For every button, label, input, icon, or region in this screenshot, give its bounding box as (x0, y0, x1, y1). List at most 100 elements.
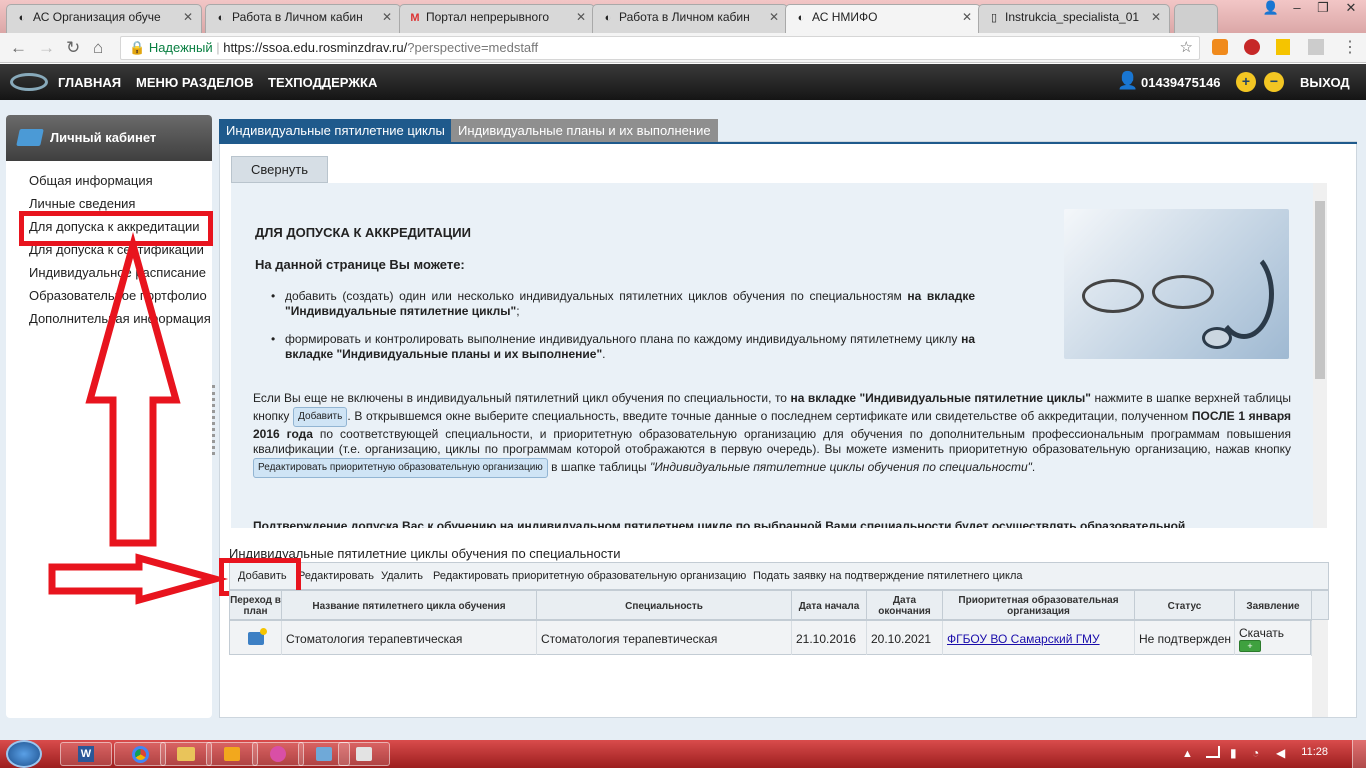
collapse-button[interactable]: Свернуть (231, 156, 328, 183)
book-icon (16, 129, 44, 146)
browser-tab[interactable]: ◐ Работа в Личном кабин ✕ (592, 4, 788, 33)
new-tab-button[interactable] (1174, 4, 1218, 33)
bookmark-star-icon[interactable]: ☆ (1180, 37, 1193, 59)
exit-button[interactable]: ВЫХОД (1300, 75, 1350, 90)
user-icon[interactable]: 👤 (1258, 0, 1284, 16)
info-paragraph-cut: Подтверждение допуска Вас к обучению на … (253, 519, 1186, 528)
media-player-taskbar-icon[interactable] (206, 742, 258, 766)
user-id: 01439475146 (1141, 75, 1221, 90)
extension-icon[interactable] (1308, 39, 1324, 55)
table-empty-area (229, 655, 1311, 717)
extension-icon[interactable] (1212, 39, 1228, 55)
volume-icon[interactable]: ◀ (1276, 746, 1285, 760)
column-header: Приоритетная образовательная организация (943, 591, 1135, 621)
maximize-icon[interactable]: ❐ (1310, 0, 1336, 16)
info-subheading: На данной странице Вы можете: (255, 257, 465, 272)
battery-icon[interactable]: ▮ (1230, 746, 1237, 760)
folder-icon[interactable] (247, 628, 267, 645)
edit-priority-org-button[interactable]: Редактировать приоритетную образовательн… (433, 570, 746, 582)
nav-home[interactable]: ГЛАВНАЯ (58, 75, 121, 90)
browser-tab[interactable]: ◐ АС Организация обуче ✕ (6, 4, 202, 33)
column-header: Статус (1135, 591, 1235, 621)
column-header: Дата начала (792, 591, 867, 621)
sidebar-header: Личный кабинет (6, 115, 212, 161)
site-logo-icon (10, 73, 48, 91)
close-icon[interactable]: ✕ (1151, 5, 1161, 30)
sidebar-item-personal-info[interactable]: Личные сведения (29, 196, 135, 211)
word-taskbar-icon[interactable]: W (60, 742, 112, 766)
right-arrow (48, 553, 229, 605)
signal-icon[interactable] (1206, 746, 1220, 758)
start-button[interactable] (6, 740, 42, 768)
reload-icon[interactable]: ↻ (66, 38, 80, 58)
close-icon[interactable]: ✕ (962, 5, 972, 30)
resize-handle[interactable] (212, 385, 216, 455)
close-window-icon[interactable]: ✕ (1336, 0, 1366, 16)
chrome-taskbar-icon[interactable] (114, 742, 166, 766)
info-heading: ДЛЯ ДОПУСКА К АККРЕДИТАЦИИ (255, 225, 471, 240)
paint-taskbar-icon[interactable] (338, 742, 390, 766)
back-icon[interactable]: ← (10, 38, 27, 58)
edit-button[interactable]: Редактировать (298, 570, 374, 582)
home-icon[interactable]: ⌂ (93, 38, 103, 58)
show-desktop-button[interactable] (1352, 740, 1366, 768)
column-header: Специальность (537, 591, 792, 621)
browser-tab[interactable]: ◐ Работа в Личном кабин ✕ (205, 4, 401, 33)
site-icon: ◐ (604, 12, 612, 24)
taskbar: W (0, 740, 1366, 768)
table-row[interactable]: Стоматология терапевтическая Стоматологи… (229, 620, 1312, 656)
cycle-name-cell: Стоматология терапевтическая (282, 621, 537, 656)
submit-request-button[interactable]: Подать заявку на подтверждение пятилетне… (753, 570, 1023, 582)
user-avatar-icon: 👤 (1117, 71, 1139, 90)
menu-icon[interactable]: ⋮ (1342, 37, 1358, 57)
column-header: Переход в план (230, 591, 282, 621)
browser-tab[interactable]: ▯ Instrukcia_specialista_01 ✕ (978, 4, 1170, 33)
extension-icon[interactable] (1276, 39, 1290, 55)
secure-label: Надежный (148, 40, 213, 55)
extension-icon[interactable] (1244, 39, 1260, 55)
explorer-taskbar-icon[interactable] (160, 742, 212, 766)
column-header: Заявление (1235, 591, 1312, 621)
column-header: Название пятилетнего цикла обучения (282, 591, 537, 621)
org-link[interactable]: ФГБОУ ВО Самарский ГМУ (943, 621, 1135, 656)
table-scrollbar[interactable] (1312, 620, 1328, 717)
browser-tab-active[interactable]: ◐ АС НМИФО ✕ (785, 4, 981, 33)
url-field[interactable]: 🔒 Надежный | https://ssoa.edu.rosminzdra… (120, 36, 1200, 60)
scrollbar[interactable] (1313, 183, 1327, 528)
inline-add-button: Добавить (293, 406, 348, 427)
site-icon: ◐ (18, 12, 26, 24)
minimize-icon[interactable]: – (1284, 0, 1310, 15)
download-label: Скачать (1239, 625, 1284, 640)
close-icon[interactable]: ✕ (769, 5, 779, 30)
site-icon: ◐ (217, 12, 225, 24)
download-icon[interactable]: + (1239, 639, 1261, 652)
itunes-taskbar-icon[interactable] (252, 742, 304, 766)
tab-underline (219, 142, 1357, 144)
status-cell: Не подтвержден (1135, 621, 1235, 656)
highlight-box (19, 211, 213, 246)
sidebar-item-general-info[interactable]: Общая информация (29, 173, 153, 188)
zoom-in-icon[interactable]: + (1236, 72, 1256, 92)
close-icon[interactable]: ✕ (183, 5, 193, 30)
nav-support[interactable]: ТЕХПОДДЕРЖКА (268, 75, 377, 90)
nav-sections-menu[interactable]: МЕНЮ РАЗДЕЛОВ (136, 75, 254, 90)
close-icon[interactable]: ✕ (576, 5, 586, 30)
sidebar-title: Личный кабинет (50, 130, 157, 145)
close-icon[interactable]: ✕ (382, 5, 392, 30)
delete-button[interactable]: Удалить (381, 570, 423, 582)
clock: 11:28 (1301, 746, 1328, 758)
plan-link-cell (230, 621, 282, 656)
tab-five-year-cycles[interactable]: Индивидуальные пятилетние циклы (219, 119, 452, 142)
forward-icon[interactable]: → (38, 38, 55, 58)
window-controls: 👤 – ❐ ✕ (1258, 0, 1366, 20)
table-header: Переход в план Название пятилетнего цикл… (229, 590, 1329, 621)
network-icon[interactable]: ◔ (1252, 746, 1259, 760)
tab-individual-plans[interactable]: Индивидуальные планы и их выполнение (451, 119, 718, 142)
statement-cell: Скачать + (1235, 621, 1312, 656)
browser-tab[interactable]: M Портал непрерывного ✕ (399, 4, 595, 33)
up-arrow (85, 231, 181, 547)
site-icon: ◐ (797, 12, 805, 24)
document-icon: ▯ (990, 12, 998, 24)
tray-arrow-icon[interactable]: ▲ (1182, 748, 1193, 760)
zoom-out-icon[interactable]: − (1264, 72, 1284, 92)
